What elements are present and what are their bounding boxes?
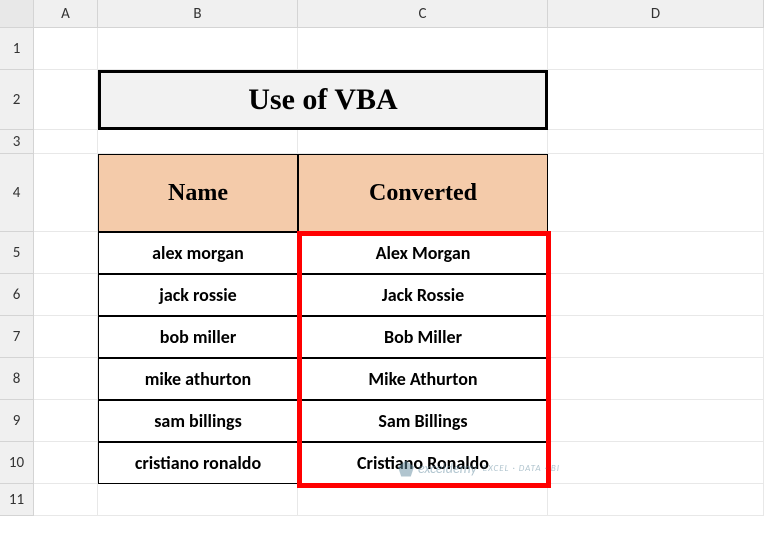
cell-b1[interactable] [98,28,298,70]
cell-name-2[interactable]: bob miller [98,316,298,358]
cell-d3[interactable] [548,130,764,154]
cell-name-3[interactable]: mike athurton [98,358,298,400]
cell-d7[interactable] [548,316,764,358]
cell-d5[interactable] [548,232,764,274]
cell-a3[interactable] [34,130,98,154]
title-text: Use of VBA [248,83,397,117]
select-all-corner[interactable] [0,0,34,28]
col-header-b[interactable]: B [98,0,298,28]
row-header-10[interactable]: 10 [0,442,34,484]
cell-b3[interactable] [98,130,298,154]
cell-a1[interactable] [34,28,98,70]
col-header-d[interactable]: D [548,0,764,28]
cell-a9[interactable] [34,400,98,442]
col-header-a[interactable]: A [34,0,98,28]
cell-converted-4[interactable]: Sam Billings [298,400,548,442]
row-header-5[interactable]: 5 [0,232,34,274]
cell-d4[interactable] [548,154,764,232]
cell-a6[interactable] [34,274,98,316]
row-header-6[interactable]: 6 [0,274,34,316]
cell-converted-0[interactable]: Alex Morgan [298,232,548,274]
cell-name-4[interactable]: sam billings [98,400,298,442]
row-header-2[interactable]: 2 [0,70,34,130]
cell-a7[interactable] [34,316,98,358]
row-header-4[interactable]: 4 [0,154,34,232]
cell-name-0[interactable]: alex morgan [98,232,298,274]
header-name[interactable]: Name [98,154,298,232]
cell-c1[interactable] [298,28,548,70]
row-header-9[interactable]: 9 [0,400,34,442]
title-cell[interactable]: Use of VBA [98,70,548,130]
cell-d2[interactable] [548,70,764,130]
cell-d9[interactable] [548,400,764,442]
row-header-8[interactable]: 8 [0,358,34,400]
header-converted[interactable]: Converted [298,154,548,232]
cell-a11[interactable] [34,484,98,516]
cell-d8[interactable] [548,358,764,400]
cell-d11[interactable] [548,484,764,516]
cell-a8[interactable] [34,358,98,400]
cell-converted-3[interactable]: Mike Athurton [298,358,548,400]
col-header-c[interactable]: C [298,0,548,28]
cell-name-1[interactable]: jack rossie [98,274,298,316]
cell-a5[interactable] [34,232,98,274]
cell-name-5[interactable]: cristiano ronaldo [98,442,298,484]
watermark-brand: exceldemy [418,460,477,477]
watermark: exceldemy EXCEL · DATA · BI [398,460,560,477]
cell-a4[interactable] [34,154,98,232]
row-header-1[interactable]: 1 [0,28,34,70]
row-header-7[interactable]: 7 [0,316,34,358]
row-header-11[interactable]: 11 [0,484,34,516]
cell-d1[interactable] [548,28,764,70]
cell-converted-2[interactable]: Bob Miller [298,316,548,358]
cell-b11[interactable] [98,484,298,516]
spreadsheet-grid: A B C D 1 2 Use of VBA 3 4 Name Converte… [0,0,767,516]
cell-a10[interactable] [34,442,98,484]
cell-a2[interactable] [34,70,98,130]
row-header-3[interactable]: 3 [0,130,34,154]
cell-converted-1[interactable]: Jack Rossie [298,274,548,316]
cell-c3[interactable] [298,130,548,154]
watermark-tagline: EXCEL · DATA · BI [483,463,560,474]
cell-d6[interactable] [548,274,764,316]
cell-d10[interactable] [548,442,764,484]
watermark-icon [398,461,414,477]
cell-c11[interactable] [298,484,548,516]
